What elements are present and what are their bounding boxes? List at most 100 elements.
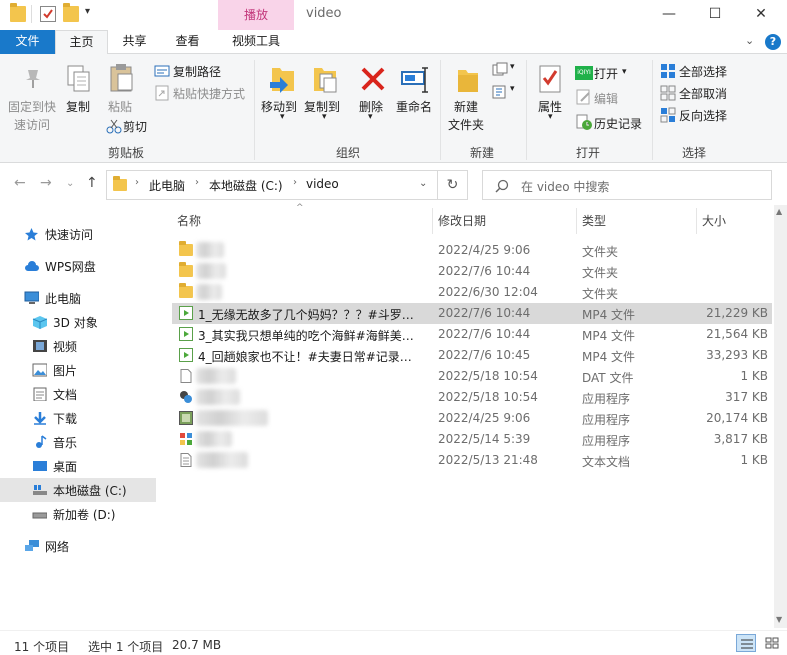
nav-music[interactable]: 音乐 bbox=[0, 430, 156, 454]
file-row[interactable]: 4_回趟娘家也不让！#夫妻日常#记录生... 2022/7/6 10:45 MP… bbox=[172, 345, 772, 366]
easy-access-icon[interactable] bbox=[492, 84, 508, 100]
file-row[interactable]: 2022/7/6 10:44 文件夹 bbox=[172, 261, 772, 282]
new-folder-label: 文件夹 bbox=[448, 118, 485, 132]
nav-wps-cloud[interactable]: WPS网盘 bbox=[0, 254, 156, 278]
nav-documents[interactable]: 文档 bbox=[0, 382, 156, 406]
nav-local-disk-c[interactable]: 本地磁盘 (C:) bbox=[0, 478, 156, 502]
pin-to-quick-access-button[interactable]: 固定到快 bbox=[8, 98, 56, 115]
nav-videos[interactable]: 视频 bbox=[0, 334, 156, 358]
tab-video-tools[interactable]: 视频工具 bbox=[218, 30, 294, 54]
select-none-button[interactable]: 全部取消 bbox=[679, 85, 727, 102]
file-type: 文件夹 bbox=[582, 266, 619, 280]
breadcrumb-this-pc[interactable]: 此电脑 bbox=[149, 177, 185, 194]
file-row[interactable]: 1_无缘无故多了几个妈妈？？？#斗罗大... 2022/7/6 10:44 MP… bbox=[172, 303, 772, 324]
column-header-name[interactable]: 名称 bbox=[177, 212, 201, 229]
address-dropdown-icon[interactable]: ⌄ bbox=[419, 178, 427, 189]
rename-button[interactable]: 重命名 bbox=[396, 98, 432, 115]
back-button[interactable]: ← bbox=[14, 175, 26, 191]
paste-button[interactable]: 粘贴 bbox=[108, 98, 132, 115]
nav-quick-access[interactable]: 快速访问 bbox=[0, 222, 156, 246]
nav-downloads[interactable]: 下载 bbox=[0, 406, 156, 430]
file-type: MP4 文件 bbox=[582, 308, 636, 322]
search-box[interactable]: 在 video 中搜索 bbox=[482, 170, 772, 200]
file-row[interactable]: 2022/6/30 12:04 文件夹 bbox=[172, 282, 772, 303]
copy-button[interactable]: 复制 bbox=[66, 98, 90, 115]
new-folder-quick-icon[interactable] bbox=[63, 3, 79, 22]
column-divider[interactable] bbox=[576, 208, 577, 234]
context-tab-play: 播放 bbox=[218, 0, 294, 30]
file-row[interactable]: 2022/4/25 9:06 文件夹 bbox=[172, 240, 772, 261]
close-button[interactable]: ✕ bbox=[738, 0, 784, 30]
nav-desktop[interactable]: 桌面 bbox=[0, 454, 156, 478]
new-item-dropdown-icon[interactable]: ▾ bbox=[510, 62, 515, 72]
maximize-button[interactable]: ☐ bbox=[692, 0, 738, 30]
nav-3d-objects[interactable]: 3D 对象 bbox=[0, 310, 156, 334]
open-dropdown-icon[interactable]: ▾ bbox=[622, 67, 627, 77]
open-button[interactable]: 打开 bbox=[594, 65, 618, 82]
file-date: 2022/4/25 9:06 bbox=[438, 243, 531, 257]
cut-button[interactable]: 剪切 bbox=[123, 118, 147, 135]
music-note-icon bbox=[36, 435, 47, 448]
column-divider[interactable] bbox=[432, 208, 433, 234]
column-header-date[interactable]: 修改日期 bbox=[438, 212, 486, 229]
minimize-button[interactable]: — bbox=[646, 0, 692, 30]
file-row[interactable]: 2022/5/13 21:48 文本文档 1 KB bbox=[172, 450, 772, 471]
invert-selection-button[interactable]: 反向选择 bbox=[679, 107, 727, 124]
breadcrumb-video[interactable]: video bbox=[306, 177, 339, 191]
tab-home[interactable]: 主页 bbox=[55, 30, 108, 55]
quick-access-dropdown-icon[interactable]: ▾ bbox=[85, 6, 90, 17]
file-row[interactable]: 2022/5/18 10:54 应用程序 317 KB bbox=[172, 387, 772, 408]
file-row[interactable]: 3_其实我只想单纯的吃个海鲜#海鲜美食... 2022/7/6 10:44 MP… bbox=[172, 324, 772, 345]
tab-share[interactable]: 共享 bbox=[108, 30, 161, 54]
forward-button[interactable]: → bbox=[40, 175, 52, 191]
new-item-icon[interactable] bbox=[492, 62, 508, 78]
nav-network[interactable]: 网络 bbox=[0, 534, 156, 558]
column-header-size[interactable]: 大小 bbox=[702, 212, 726, 229]
history-icon bbox=[576, 114, 592, 130]
copy-to-dropdown-icon[interactable]: ▾ bbox=[322, 112, 327, 122]
recent-locations-icon[interactable]: ⌄ bbox=[66, 178, 74, 189]
breadcrumb-local-disk-c[interactable]: 本地磁盘 (C:) bbox=[209, 177, 283, 194]
copy-path-button[interactable]: 复制路径 bbox=[173, 63, 221, 80]
select-all-button[interactable]: 全部选择 bbox=[679, 63, 727, 80]
file-row[interactable]: 2022/5/18 10:54 DAT 文件 1 KB bbox=[172, 366, 772, 387]
video-file-icon bbox=[179, 306, 193, 320]
network-icon bbox=[25, 540, 39, 551]
delete-dropdown-icon[interactable]: ▾ bbox=[368, 112, 373, 122]
open-group-label: 打开 bbox=[576, 146, 601, 160]
window-title: video bbox=[306, 6, 342, 21]
vertical-scrollbar[interactable]: ▲ ▼ bbox=[774, 205, 787, 628]
tab-file[interactable]: 文件 bbox=[0, 30, 55, 54]
selected-count: 选中 1 个项目 bbox=[88, 640, 164, 654]
scroll-down-icon[interactable]: ▼ bbox=[776, 615, 782, 624]
refresh-button[interactable]: ↻ bbox=[438, 170, 468, 200]
help-icon[interactable]: ? bbox=[765, 34, 781, 50]
details-view-button[interactable] bbox=[736, 634, 756, 652]
application-icon bbox=[180, 391, 192, 403]
move-to-button[interactable]: 移动到 bbox=[261, 98, 297, 115]
column-header-type[interactable]: 类型 bbox=[582, 212, 606, 229]
large-icons-view-button[interactable] bbox=[762, 634, 782, 652]
properties-dropdown-icon[interactable]: ▾ bbox=[548, 112, 553, 122]
up-button[interactable]: ↑ bbox=[86, 175, 98, 191]
history-button[interactable]: 历史记录 bbox=[594, 115, 642, 132]
file-row[interactable]: 2022/5/14 5:39 应用程序 3,817 KB bbox=[172, 429, 772, 450]
nav-new-volume-d[interactable]: 新加卷 (D:) bbox=[0, 502, 156, 526]
file-row[interactable]: 2022/4/25 9:06 应用程序 20,174 KB bbox=[172, 408, 772, 429]
collapse-ribbon-icon[interactable]: ⌄ bbox=[745, 34, 754, 47]
search-input[interactable]: 在 video 中搜索 bbox=[521, 178, 609, 195]
easy-access-dropdown-icon[interactable]: ▾ bbox=[510, 84, 515, 94]
file-date: 2022/7/6 10:44 bbox=[438, 327, 531, 341]
scroll-up-icon[interactable]: ▲ bbox=[776, 207, 782, 216]
new-folder-button[interactable]: 新建 bbox=[454, 98, 478, 115]
properties-quick-icon[interactable] bbox=[40, 6, 56, 22]
paste-shortcut-button[interactable]: 粘贴快捷方式 bbox=[173, 85, 245, 102]
nav-this-pc[interactable]: 此电脑 bbox=[0, 286, 156, 310]
edit-button[interactable]: 编辑 bbox=[594, 90, 618, 107]
move-to-dropdown-icon[interactable]: ▾ bbox=[280, 112, 285, 122]
nav-pictures[interactable]: 图片 bbox=[0, 358, 156, 382]
tab-view[interactable]: 查看 bbox=[161, 30, 214, 54]
move-to-icon bbox=[270, 68, 294, 93]
column-divider[interactable] bbox=[696, 208, 697, 234]
address-bar[interactable]: › 此电脑 › 本地磁盘 (C:) › video ⌄ bbox=[106, 170, 438, 200]
